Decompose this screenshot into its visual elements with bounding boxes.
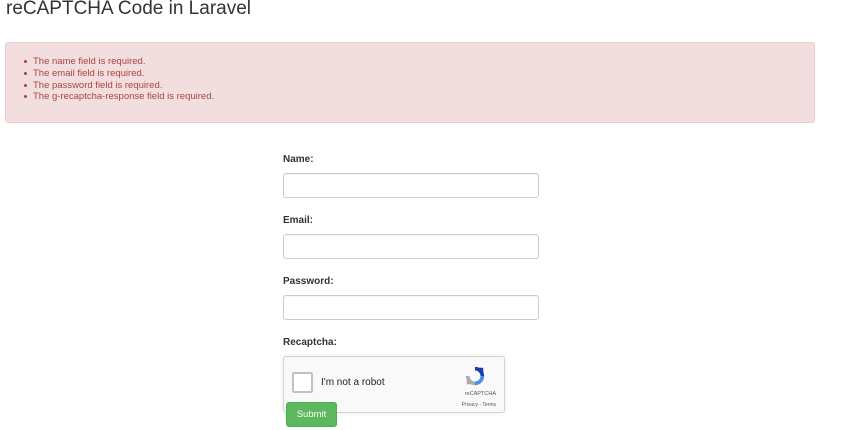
error-list: The name field is required. The email fi…: [6, 43, 814, 103]
privacy-link[interactable]: Privacy: [462, 402, 478, 408]
bullet-icon: [24, 60, 27, 63]
recaptcha-brand: reCAPTCHA: [464, 391, 496, 397]
bullet-icon: [24, 71, 27, 75]
bullet-icon: [24, 83, 27, 87]
error-text: The g-recaptcha-response field is requir…: [33, 91, 215, 103]
bullet-icon: [24, 95, 27, 99]
submit-button[interactable]: Submit: [286, 402, 337, 427]
terms-link[interactable]: Terms: [482, 402, 496, 408]
email-input[interactable]: [283, 234, 539, 259]
recaptcha-label: Recaptcha:: [283, 337, 337, 348]
name-label: Name:: [283, 154, 314, 165]
recaptcha-logo-icon: [465, 366, 485, 386]
error-alert: The name field is required. The email fi…: [5, 42, 815, 123]
recaptcha-links: Privacy - Terms: [462, 402, 496, 408]
error-item: The name field is required.: [24, 56, 814, 68]
name-input[interactable]: [283, 173, 539, 198]
error-text: The name field is required.: [33, 56, 146, 67]
error-text: The email field is required.: [33, 67, 145, 79]
registration-form: Name: Email: Password: Recaptcha: I'm no…: [283, 154, 539, 427]
page-title: reCAPTCHA Code in Laravel: [6, 0, 251, 19]
recaptcha-checkbox[interactable]: [292, 372, 313, 393]
error-item: The g-recaptcha-response field is requir…: [24, 91, 814, 103]
error-text: The password field is required.: [33, 79, 163, 91]
error-item: The password field is required.: [24, 79, 814, 92]
password-label: Password:: [283, 276, 334, 287]
password-input[interactable]: [283, 295, 539, 320]
recaptcha-checkbox-text: I'm not a robot: [321, 377, 385, 388]
error-item: The email field is required.: [24, 67, 814, 80]
email-label: Email:: [283, 215, 314, 226]
